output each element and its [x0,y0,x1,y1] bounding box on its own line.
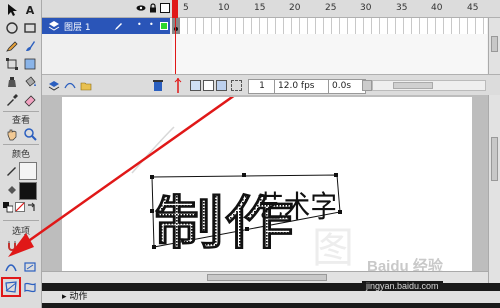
site-watermark: jingyan.baidu.com [362,281,443,291]
lock-icon[interactable] [148,3,158,13]
pencil-edit-icon [114,21,124,31]
free-transform-icon[interactable] [4,56,20,72]
ruler-number: 40 [431,3,443,13]
onion-outline-icon[interactable] [203,80,214,91]
rectangle-tool-icon[interactable] [22,20,38,36]
timeline-header: 5 10 15 20 25 30 35 40 45 [42,0,500,18]
playhead-line [175,18,176,74]
insert-layer-icon[interactable] [48,80,60,92]
paint-bucket-icon[interactable] [22,74,38,90]
center-frame-icon[interactable] [174,78,182,93]
edit-multiple-frames-icon[interactable] [216,80,227,91]
ruler-number: 30 [360,3,372,13]
outline-color-square[interactable] [160,22,168,30]
timeline-vscroll[interactable] [488,18,500,74]
stage-canvas[interactable]: 制作 艺术字 图 Baidu 经验 [8,97,472,277]
oval-tool-icon[interactable] [4,20,20,36]
current-frame-field[interactable]: 1 [248,79,276,94]
ruler-number: 25 [325,3,337,13]
empty-frames-area [172,34,487,74]
modify-markers-icon[interactable] [231,80,242,91]
layer-row[interactable]: 图层 1 • • [42,18,170,34]
visible-dot[interactable]: • [137,20,142,29]
fill-transform-icon[interactable] [22,56,38,72]
stage-vscroll[interactable] [488,95,500,283]
ink-bottle-icon[interactable] [4,74,20,90]
layer-icon [48,21,60,31]
actions-panel: ▸ 动作 jingyan.baidu.com [42,281,500,308]
ghost-watermark: 图 [312,223,354,272]
playhead-marker[interactable] [172,0,178,18]
ruler-number: 10 [218,3,230,13]
elapsed-time-field[interactable]: 0.0s [328,79,366,94]
eye-icon[interactable] [136,3,146,13]
lock-dot[interactable]: • [149,20,154,29]
insert-folder-icon[interactable] [80,80,92,92]
annotation-arrow [8,97,235,257]
timeline-hscroll[interactable] [372,80,486,91]
scroll-left-arrow[interactable] [362,80,372,91]
stage-area: 制作 艺术字 图 Baidu 经验 [8,95,488,283]
arrow-icon[interactable] [4,2,20,18]
timeline-footer: 1 12.0 fps 0.0s [42,74,500,95]
pencil-icon[interactable] [4,38,20,54]
ruler-number: 15 [254,3,266,13]
outline-icon[interactable] [160,3,170,13]
add-guide-icon[interactable] [64,80,76,92]
keyframe-cell[interactable] [172,18,180,34]
text-tool-icon[interactable]: A [22,2,38,18]
ruler-number: 35 [396,3,408,13]
timeline-panel: 5 10 15 20 25 30 35 40 45 图层 1 • • 1 12.… [42,0,500,95]
brush-icon[interactable] [22,38,38,54]
delete-layer-icon[interactable] [152,79,164,92]
ruler-number: 5 [183,3,189,13]
actions-panel-title[interactable]: ▸ 动作 [42,291,500,303]
ruler-number: 20 [289,3,301,13]
onion-skin-icon[interactable] [190,80,201,91]
hscroll-thumb[interactable] [207,274,327,281]
frame-rate-field[interactable]: 12.0 fps [274,79,330,94]
ruler-number: 45 [467,3,479,13]
layer-name: 图层 1 [64,23,91,33]
